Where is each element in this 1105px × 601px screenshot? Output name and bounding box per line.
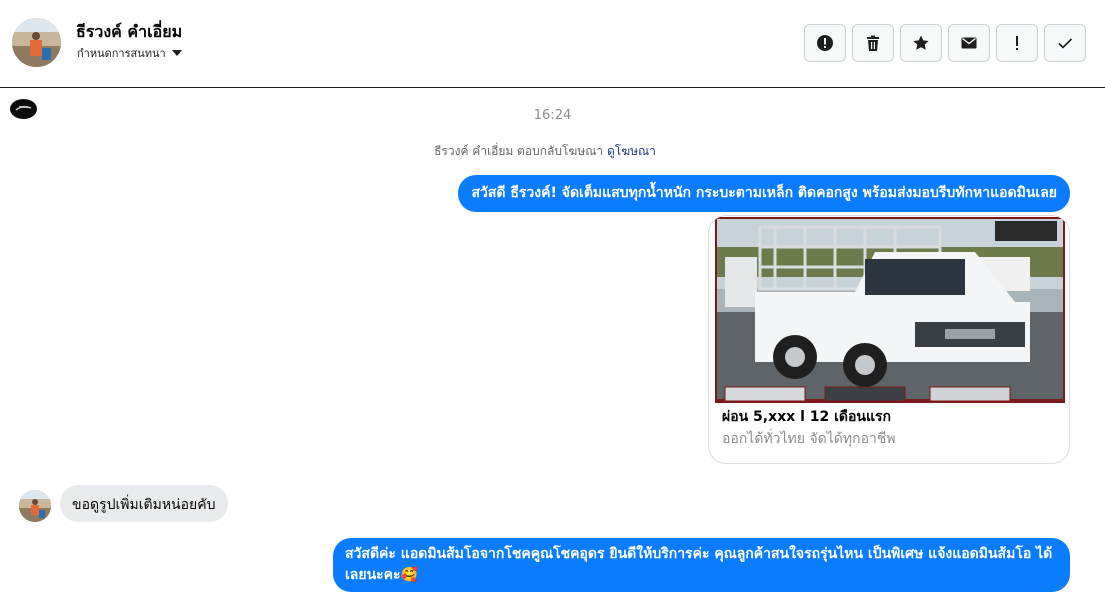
view-ad-link[interactable]: ดูโฆษณา	[607, 144, 656, 158]
ad-card-title: ผ่อน 5,xxx l 12 เดือนแรก	[722, 409, 891, 425]
contact-avatar-small	[19, 490, 51, 522]
ad-reply-note: ธีรวงค์ คำเอี่ยม ตอบกลับโฆษณา ดูโฆษณา	[0, 142, 1090, 161]
alert-circle-icon	[817, 35, 833, 51]
check-icon	[1058, 38, 1073, 49]
star-icon	[913, 35, 929, 50]
delete-button[interactable]	[852, 24, 894, 62]
assign-conversation-dropdown[interactable]: กำหนดการสนทนา	[77, 44, 182, 62]
ad-reply-text: ธีรวงค์ คำเอี่ยม ตอบกลับโฆษณา	[434, 144, 604, 158]
header-actions	[804, 24, 1086, 62]
trash-icon	[867, 35, 879, 51]
mark-done-button[interactable]	[1044, 24, 1086, 62]
contact-avatar[interactable]	[12, 18, 61, 67]
ad-card[interactable]: ผ่อน 5,xxx l 12 เดือนแรก ออกได้ทั่วไทย จ…	[708, 215, 1070, 464]
star-button[interactable]	[900, 24, 942, 62]
outgoing-message: สวัสดี ธีรวงค์! จัดเต็มแสบทุกน้ำหนัก กระ…	[458, 175, 1070, 212]
follow-up-button[interactable]	[996, 24, 1038, 62]
assign-label: กำหนดการสนทนา	[77, 47, 166, 60]
incoming-message: ขอดูรูปเพิ่มเติมหน่อยคับ	[60, 485, 228, 522]
ad-card-subtitle: ออกได้ทั่วไทย จัดได้ทุกอาชีพ	[722, 431, 896, 447]
mark-unread-button[interactable]	[948, 24, 990, 62]
mark-spam-button[interactable]	[804, 24, 846, 62]
message-timestamp: 16:24	[533, 108, 572, 123]
contact-name: ธีรวงค์ คำเอี่ยม	[76, 22, 183, 41]
envelope-icon	[961, 37, 977, 49]
exclamation-icon	[1016, 36, 1018, 50]
ad-card-image[interactable]	[715, 217, 1065, 403]
outgoing-message-2: สวัสดีค่ะ แอดมินส้มโอจากโชคคูณโชคอุดร ยิ…	[333, 538, 1070, 592]
conversation-header: ธีรวงค์ คำเอี่ยม กำหนดการสนทนา	[0, 0, 1105, 88]
chevron-down-icon	[171, 50, 182, 56]
